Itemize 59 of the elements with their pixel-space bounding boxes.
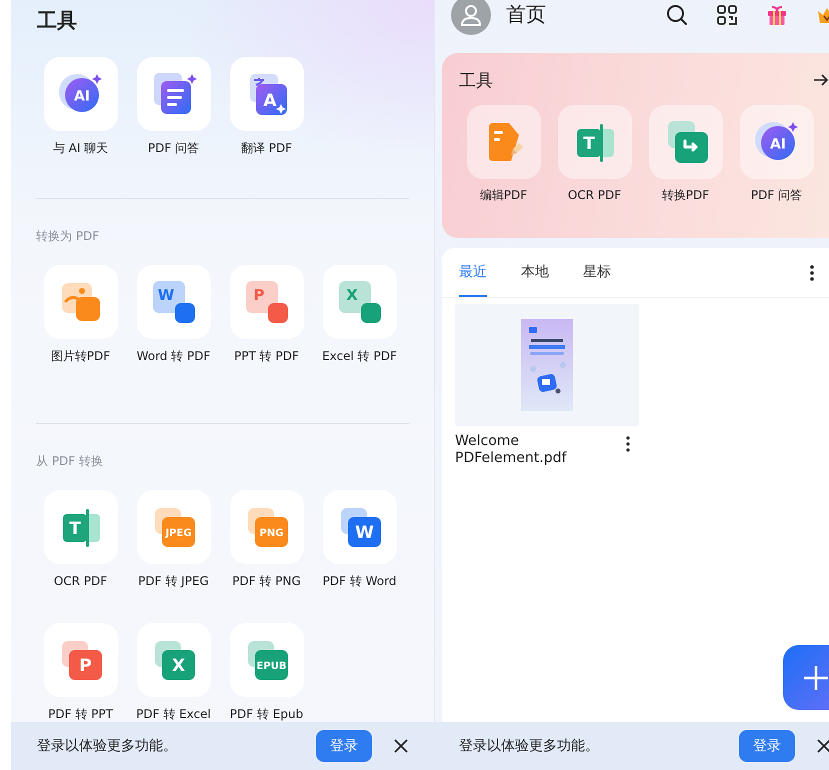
close-icon[interactable] bbox=[816, 738, 829, 754]
tool-button[interactable]: PNG PDF 转 PNG bbox=[220, 490, 313, 588]
file-stack-icon: X bbox=[136, 623, 210, 697]
tool-button[interactable]: P PPT 转 PDF bbox=[220, 265, 313, 363]
tool-button[interactable]: T OCR PDF bbox=[549, 105, 640, 202]
tool-button[interactable]: 转换PDF bbox=[640, 105, 731, 202]
convert-icon bbox=[648, 105, 722, 179]
ai-badge-icon: AI bbox=[740, 105, 814, 179]
login-button[interactable]: 登录 bbox=[316, 730, 372, 762]
tool-button[interactable]: W Word 转 PDF bbox=[127, 265, 220, 363]
tool-button[interactable]: 图片转PDF bbox=[34, 265, 127, 363]
tab[interactable]: 星标 bbox=[583, 248, 611, 297]
search-icon[interactable] bbox=[666, 4, 688, 26]
tool-button[interactable]: P PDF 转 PPT bbox=[34, 623, 127, 721]
file-stack-icon: W bbox=[322, 490, 396, 564]
tool-button[interactable]: 编辑PDF bbox=[458, 105, 549, 202]
gift-icon[interactable] bbox=[766, 4, 788, 26]
file-stack-icon: P bbox=[44, 623, 118, 697]
tool-button[interactable]: A 翻译 PDF bbox=[220, 57, 313, 155]
tool-button[interactable]: EPUB PDF 转 Epub bbox=[220, 623, 313, 721]
tool-button[interactable]: AI 与 AI 聊天 bbox=[34, 57, 127, 155]
ocr-icon: T bbox=[44, 490, 118, 564]
section-heading: 转换为 PDF bbox=[35, 229, 100, 243]
tab[interactable]: 最近 bbox=[459, 248, 487, 297]
file-stack-icon: X bbox=[322, 265, 396, 339]
page-title: 首页 bbox=[506, 1, 546, 28]
tool-button[interactable]: W PDF 转 Word bbox=[313, 490, 406, 588]
document-icon bbox=[136, 57, 210, 131]
tool-button[interactable]: PDF 问答 bbox=[127, 57, 220, 155]
more-icon[interactable] bbox=[625, 435, 631, 453]
plus-icon bbox=[803, 664, 829, 690]
arrow-right-icon[interactable] bbox=[813, 72, 829, 88]
login-message: 登录以体验更多功能。 bbox=[37, 737, 177, 755]
ocr-icon: T bbox=[558, 105, 632, 179]
tool-button[interactable]: X Excel 转 PDF bbox=[313, 265, 406, 363]
page-title: 工具 bbox=[36, 7, 78, 34]
card-title: 工具 bbox=[459, 70, 493, 92]
ai-badge-icon: AI bbox=[44, 57, 118, 131]
file-name: Welcome PDFelement.pdf bbox=[455, 433, 568, 467]
close-icon[interactable] bbox=[393, 738, 409, 754]
file-stack-icon: JPEG bbox=[136, 490, 210, 564]
file-stack-icon: P bbox=[230, 265, 304, 339]
section-heading: 从 PDF 转换 bbox=[35, 454, 104, 468]
tool-button[interactable]: JPEG PDF 转 JPEG bbox=[127, 490, 220, 588]
file-thumbnail[interactable] bbox=[455, 304, 639, 426]
more-icon[interactable] bbox=[809, 264, 815, 282]
edit-document-icon bbox=[466, 105, 540, 179]
translate-icon: A bbox=[230, 57, 304, 131]
image-file-icon bbox=[44, 265, 118, 339]
tool-button[interactable]: AI PDF 问答 bbox=[731, 105, 822, 202]
login-message: 登录以体验更多功能。 bbox=[459, 737, 599, 755]
login-button[interactable]: 登录 bbox=[739, 730, 795, 762]
file-stack-icon: PNG bbox=[230, 490, 304, 564]
qr-scan-icon[interactable] bbox=[716, 4, 738, 26]
tool-button[interactable]: X PDF 转 Excel bbox=[127, 623, 220, 721]
file-stack-icon: EPUB bbox=[230, 623, 304, 697]
tab[interactable]: 本地 bbox=[521, 248, 549, 297]
file-stack-icon: W bbox=[136, 265, 210, 339]
tool-button[interactable]: T OCR PDF bbox=[34, 490, 127, 588]
